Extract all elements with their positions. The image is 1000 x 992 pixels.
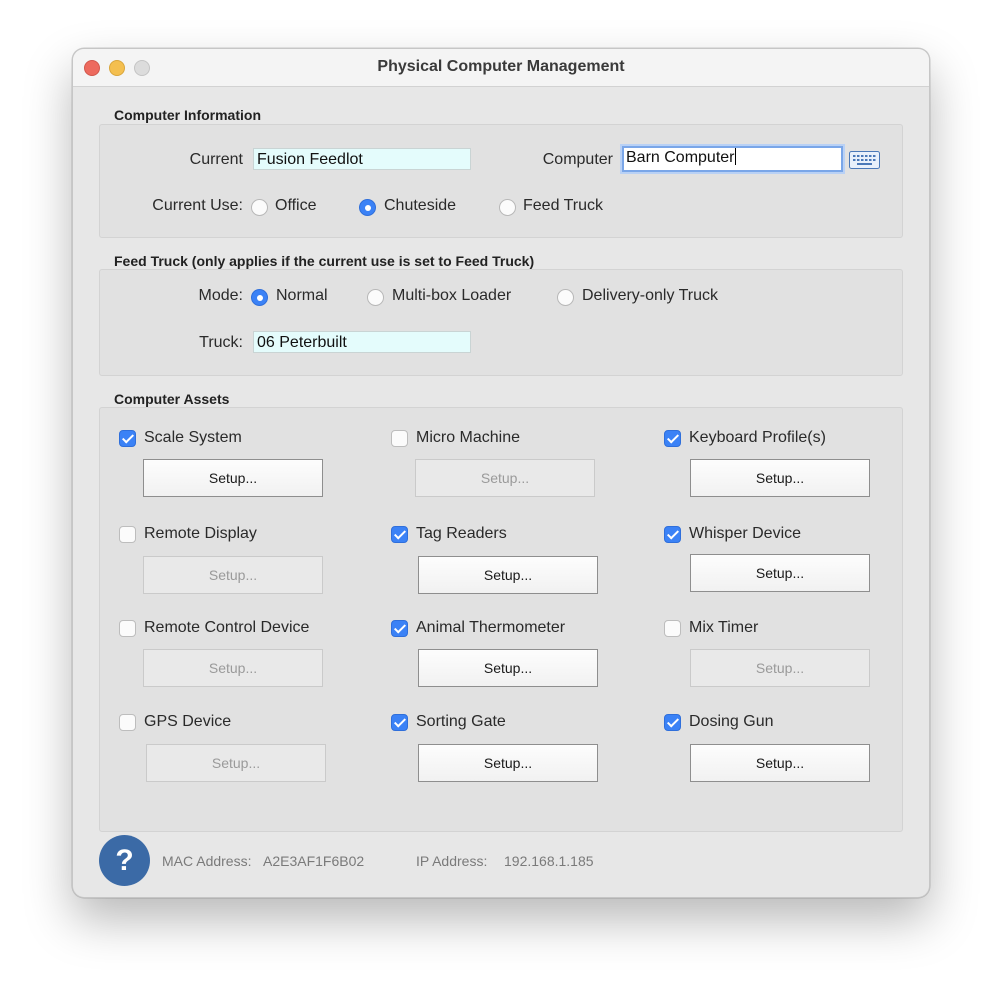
- text-caret: [734, 148, 736, 165]
- micro-machine-setup-button[interactable]: Setup...: [415, 459, 595, 497]
- mode-label: Mode:: [198, 287, 243, 304]
- use-chuteside-radio[interactable]: [359, 199, 376, 216]
- remote-control-device-checkbox[interactable]: [119, 620, 136, 637]
- keyboard-profiles-setup-button[interactable]: Setup...: [690, 459, 870, 497]
- keyboard-profiles-checkbox[interactable]: [664, 430, 681, 447]
- computer-label: Computer: [542, 151, 613, 168]
- scale-system-setup-button[interactable]: Setup...: [143, 459, 323, 497]
- ip-address-value: 192.168.1.185: [504, 853, 594, 869]
- mode-normal-radio[interactable]: [251, 289, 268, 306]
- use-office-label[interactable]: Office: [275, 197, 317, 215]
- use-chuteside-label[interactable]: Chuteside: [384, 197, 456, 215]
- tag-readers-setup-button[interactable]: Setup...: [418, 556, 598, 594]
- micro-machine-checkbox[interactable]: [391, 430, 408, 447]
- mix-timer-checkbox[interactable]: [664, 620, 681, 637]
- mac-address-label: MAC Address:: [162, 853, 252, 869]
- current-field[interactable]: Fusion Feedlot: [253, 148, 471, 170]
- use-feed-truck-label[interactable]: Feed Truck: [523, 197, 603, 215]
- physical-computer-management-window: Physical Computer Management Computer In…: [72, 48, 930, 898]
- gps-device-setup-button[interactable]: Setup...: [146, 744, 326, 782]
- animal-thermometer-label[interactable]: Animal Thermometer: [416, 619, 565, 637]
- mode-normal-label[interactable]: Normal: [276, 287, 328, 305]
- truck-label: Truck:: [199, 334, 243, 351]
- ip-address-label: IP Address:: [416, 853, 488, 869]
- computer-information-group: [99, 124, 903, 238]
- mac-address-value: A2E3AF1F6B02: [263, 853, 365, 869]
- use-office-radio[interactable]: [251, 199, 268, 216]
- use-feed-truck-radio[interactable]: [499, 199, 516, 216]
- tag-readers-label[interactable]: Tag Readers: [416, 525, 507, 543]
- gps-device-checkbox[interactable]: [119, 714, 136, 731]
- computer-assets-heading: Computer Assets: [114, 391, 230, 407]
- keyboard-icon[interactable]: [849, 151, 880, 169]
- feed-truck-group: [99, 269, 903, 376]
- keyboard-profiles-label[interactable]: Keyboard Profile(s): [689, 429, 826, 447]
- mix-timer-label[interactable]: Mix Timer: [689, 619, 758, 637]
- remote-control-device-setup-button[interactable]: Setup...: [143, 649, 323, 687]
- scale-system-checkbox[interactable]: [119, 430, 136, 447]
- remote-display-checkbox[interactable]: [119, 526, 136, 543]
- sorting-gate-label[interactable]: Sorting Gate: [416, 713, 506, 731]
- animal-thermometer-setup-button[interactable]: Setup...: [418, 649, 598, 687]
- window-title: Physical Computer Management: [377, 58, 625, 75]
- remote-control-device-label[interactable]: Remote Control Device: [144, 619, 309, 637]
- dosing-gun-label[interactable]: Dosing Gun: [689, 713, 774, 731]
- whisper-device-checkbox[interactable]: [664, 526, 681, 543]
- sorting-gate-setup-button[interactable]: Setup...: [418, 744, 598, 782]
- computer-name-value: Barn Computer: [626, 149, 735, 166]
- whisper-device-label[interactable]: Whisper Device: [689, 525, 801, 543]
- current-label: Current: [189, 151, 243, 168]
- tag-readers-checkbox[interactable]: [391, 526, 408, 543]
- dosing-gun-setup-button[interactable]: Setup...: [690, 744, 870, 782]
- current-use-label: Current Use:: [152, 197, 243, 214]
- remote-display-label[interactable]: Remote Display: [144, 525, 257, 543]
- truck-field[interactable]: 06 Peterbuilt: [253, 331, 471, 353]
- mode-multi-box-loader-radio[interactable]: [367, 289, 384, 306]
- title-bar[interactable]: Physical Computer Management: [73, 49, 929, 87]
- computer-name-field[interactable]: Barn Computer: [622, 146, 843, 172]
- mix-timer-setup-button[interactable]: Setup...: [690, 649, 870, 687]
- mode-delivery-only-label[interactable]: Delivery-only Truck: [582, 287, 718, 305]
- remote-display-setup-button[interactable]: Setup...: [143, 556, 323, 594]
- computer-information-heading: Computer Information: [114, 107, 261, 123]
- mode-delivery-only-radio[interactable]: [557, 289, 574, 306]
- mode-multi-box-loader-label[interactable]: Multi-box Loader: [392, 287, 511, 305]
- gps-device-label[interactable]: GPS Device: [144, 713, 231, 731]
- animal-thermometer-checkbox[interactable]: [391, 620, 408, 637]
- micro-machine-label[interactable]: Micro Machine: [416, 429, 520, 447]
- sorting-gate-checkbox[interactable]: [391, 714, 408, 731]
- dosing-gun-checkbox[interactable]: [664, 714, 681, 731]
- feed-truck-heading: Feed Truck (only applies if the current …: [114, 253, 535, 269]
- whisper-device-setup-button[interactable]: Setup...: [690, 554, 870, 592]
- help-button[interactable]: ?: [99, 835, 150, 886]
- scale-system-label[interactable]: Scale System: [144, 429, 242, 447]
